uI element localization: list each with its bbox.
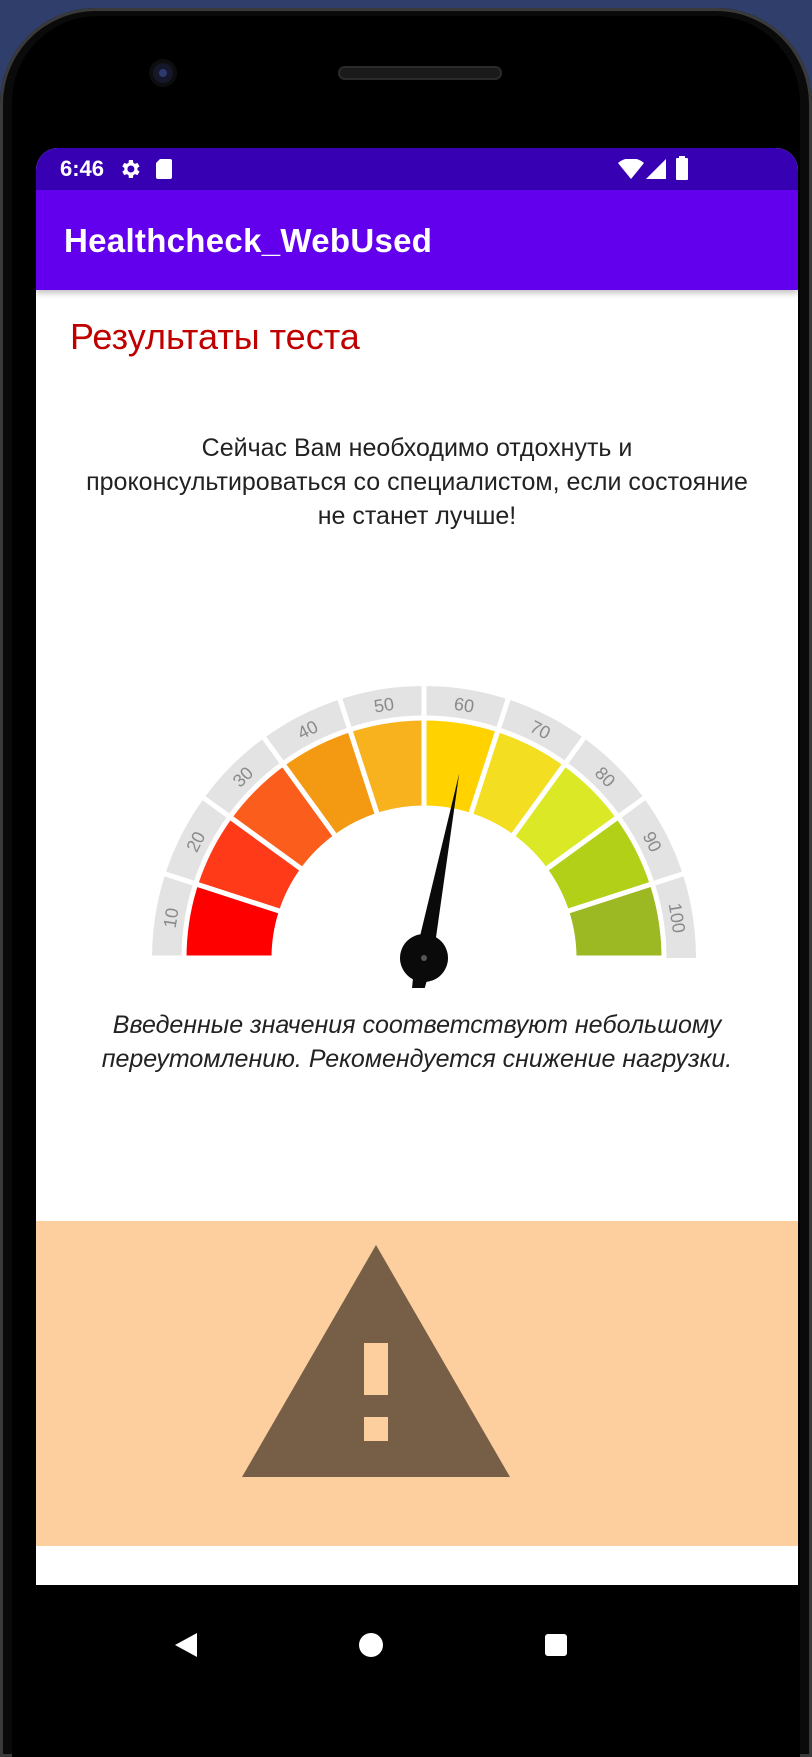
gauge-hub-pin — [421, 955, 427, 961]
recents-icon — [545, 1634, 567, 1656]
gauge-tick-label: 50 — [372, 694, 395, 717]
gauge-bands — [152, 686, 696, 961]
battery-icon — [676, 156, 688, 185]
warning-icon — [242, 1245, 510, 1477]
navigation-bar — [36, 1585, 798, 1705]
cell-signal-icon — [646, 159, 666, 184]
app-bar: Healthcheck_WebUsed — [36, 190, 798, 290]
earpiece-speaker — [338, 66, 502, 80]
advice-text: Сейчас Вам необходимо отдохнуть и прокон… — [86, 434, 748, 530]
gauge-tick-label: 60 — [453, 694, 476, 717]
status-bar: 6:46 — [36, 148, 798, 190]
gauge-tick-label: 10 — [160, 906, 183, 929]
app-title: Healthcheck_WebUsed — [64, 222, 433, 259]
page-title: Результаты теста — [70, 316, 360, 357]
warning-panel — [36, 1221, 798, 1546]
verdict-text: Введенные значения соответствуют небольш… — [101, 1011, 733, 1073]
back-button[interactable] — [156, 1615, 216, 1675]
home-icon — [359, 1633, 383, 1657]
front-camera — [153, 63, 173, 83]
back-icon — [175, 1633, 197, 1657]
recents-button[interactable] — [526, 1615, 586, 1675]
stress-gauge: 1020304050 60708090100 — [152, 686, 696, 988]
gear-icon — [118, 157, 142, 186]
status-time: 6:46 — [60, 156, 105, 181]
phone-frame: 6:46 Healthcheck_WebUsed Результаты тест… — [0, 8, 812, 1757]
wifi-icon — [618, 158, 644, 184]
home-button[interactable] — [341, 1615, 401, 1675]
sd-card-icon — [154, 157, 174, 186]
screen: 6:46 Healthcheck_WebUsed Результаты тест… — [36, 148, 798, 1585]
